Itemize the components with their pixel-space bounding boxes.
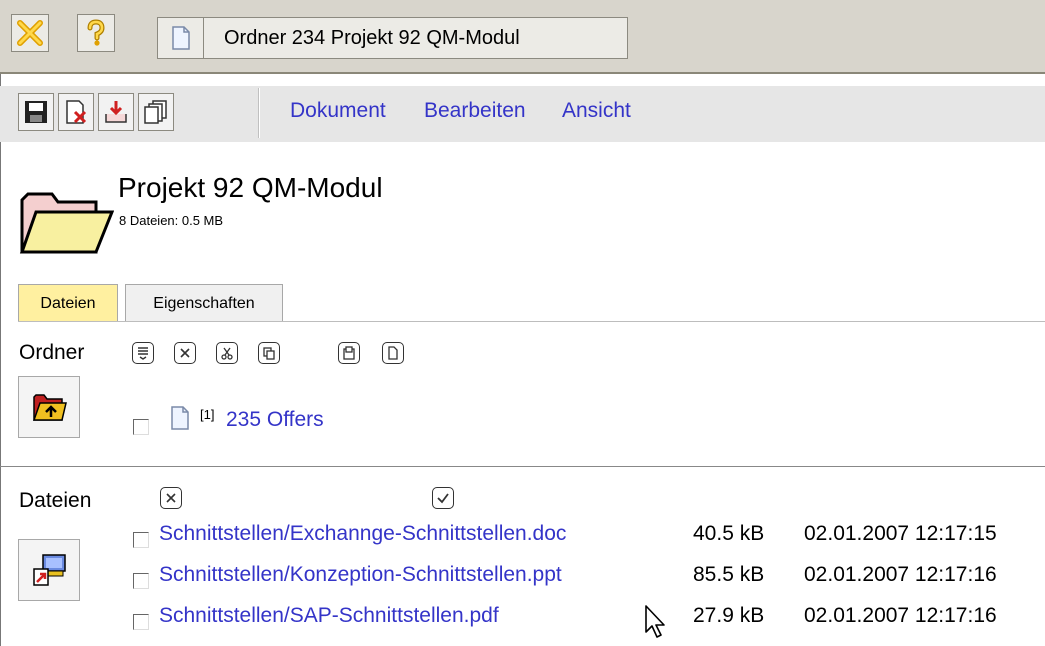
folder-up-icon — [32, 394, 67, 421]
file-date-1: 02.01.2007 12:17:15 — [804, 522, 997, 545]
save-button[interactable] — [18, 93, 54, 131]
folder-up-button[interactable] — [18, 376, 80, 438]
clipboard-icon — [343, 346, 355, 360]
scissors-icon — [221, 347, 233, 360]
deselect-files-button[interactable] — [160, 487, 182, 509]
subfolder-document-icon — [170, 406, 190, 435]
help-button[interactable] — [77, 14, 115, 52]
menu-bearbeiten[interactable]: Bearbeiten — [424, 99, 526, 123]
dateien-label: Dateien — [19, 489, 92, 512]
download-button[interactable] — [98, 93, 134, 131]
checkmark-icon — [437, 493, 449, 504]
file-summary: 8 Dateien: 0.5 MB — [119, 213, 224, 228]
question-icon — [87, 19, 105, 46]
open-folder-icon — [18, 182, 115, 263]
ordner-label: Ordner — [19, 341, 85, 364]
folder-checkbox[interactable] — [133, 419, 149, 435]
folder-count-marker: [1] — [200, 407, 215, 422]
remove-button[interactable] — [174, 342, 196, 364]
select-all-button[interactable] — [132, 342, 154, 364]
download-tray-icon — [105, 101, 127, 123]
copy-small-button[interactable] — [258, 342, 280, 364]
tab-eigenschaften[interactable]: Eigenschaften — [125, 284, 283, 322]
x-icon — [180, 348, 190, 358]
title-tab-label: Ordner 234 Projekt 92 QM-Modul — [224, 26, 520, 49]
tab-divider — [18, 321, 1045, 322]
floppy-disk-icon — [25, 101, 47, 123]
upload-file-icon — [33, 554, 66, 586]
page-title: Projekt 92 QM-Modul — [118, 172, 383, 203]
file-size-2: 85.5 kB — [693, 563, 765, 586]
delete-document-icon — [66, 100, 87, 124]
list-icon — [138, 347, 148, 360]
file-link-2[interactable]: Schnittstellen/Konzeption-Schnittstellen… — [159, 563, 562, 587]
select-files-button[interactable] — [432, 487, 454, 509]
x-icon — [166, 493, 176, 503]
file-checkbox-2[interactable] — [133, 573, 149, 589]
section-divider — [0, 466, 1045, 467]
file-link-1[interactable]: Schnittstellen/Exchannge-Schnittstellen.… — [159, 522, 566, 546]
close-button[interactable] — [11, 14, 49, 52]
delete-document-button[interactable] — [58, 93, 94, 131]
copy-button[interactable] — [138, 93, 174, 131]
tab-dateien-label: Dateien — [40, 294, 96, 312]
file-size-1: 40.5 kB — [693, 522, 765, 545]
file-checkbox-3[interactable] — [133, 614, 149, 630]
cut-button[interactable] — [216, 342, 238, 364]
paste-button[interactable] — [338, 342, 360, 364]
menu-ansicht[interactable]: Ansicht — [562, 99, 631, 123]
title-tab[interactable]: Ordner 234 Projekt 92 QM-Modul — [157, 17, 628, 59]
toolbar-separator — [258, 88, 260, 138]
copy-icon — [263, 347, 275, 360]
tab-dateien[interactable]: Dateien — [18, 284, 118, 322]
copy-pages-icon — [144, 100, 167, 124]
mouse-cursor-icon — [644, 604, 668, 645]
file-date-3: 02.01.2007 12:17:16 — [804, 604, 997, 627]
new-document-icon — [388, 346, 398, 360]
file-link-3[interactable]: Schnittstellen/SAP-Schnittstellen.pdf — [159, 604, 499, 628]
new-document-button[interactable] — [382, 342, 404, 364]
upload-button[interactable] — [18, 539, 80, 601]
document-icon — [158, 18, 204, 58]
close-x-icon — [17, 20, 43, 46]
file-date-2: 02.01.2007 12:17:16 — [804, 563, 997, 586]
tab-eigenschaften-label: Eigenschaften — [153, 294, 255, 312]
folder-link[interactable]: 235 Offers — [226, 408, 324, 432]
menu-dokument[interactable]: Dokument — [290, 99, 386, 123]
file-size-3: 27.9 kB — [693, 604, 765, 627]
file-checkbox-1[interactable] — [133, 532, 149, 548]
